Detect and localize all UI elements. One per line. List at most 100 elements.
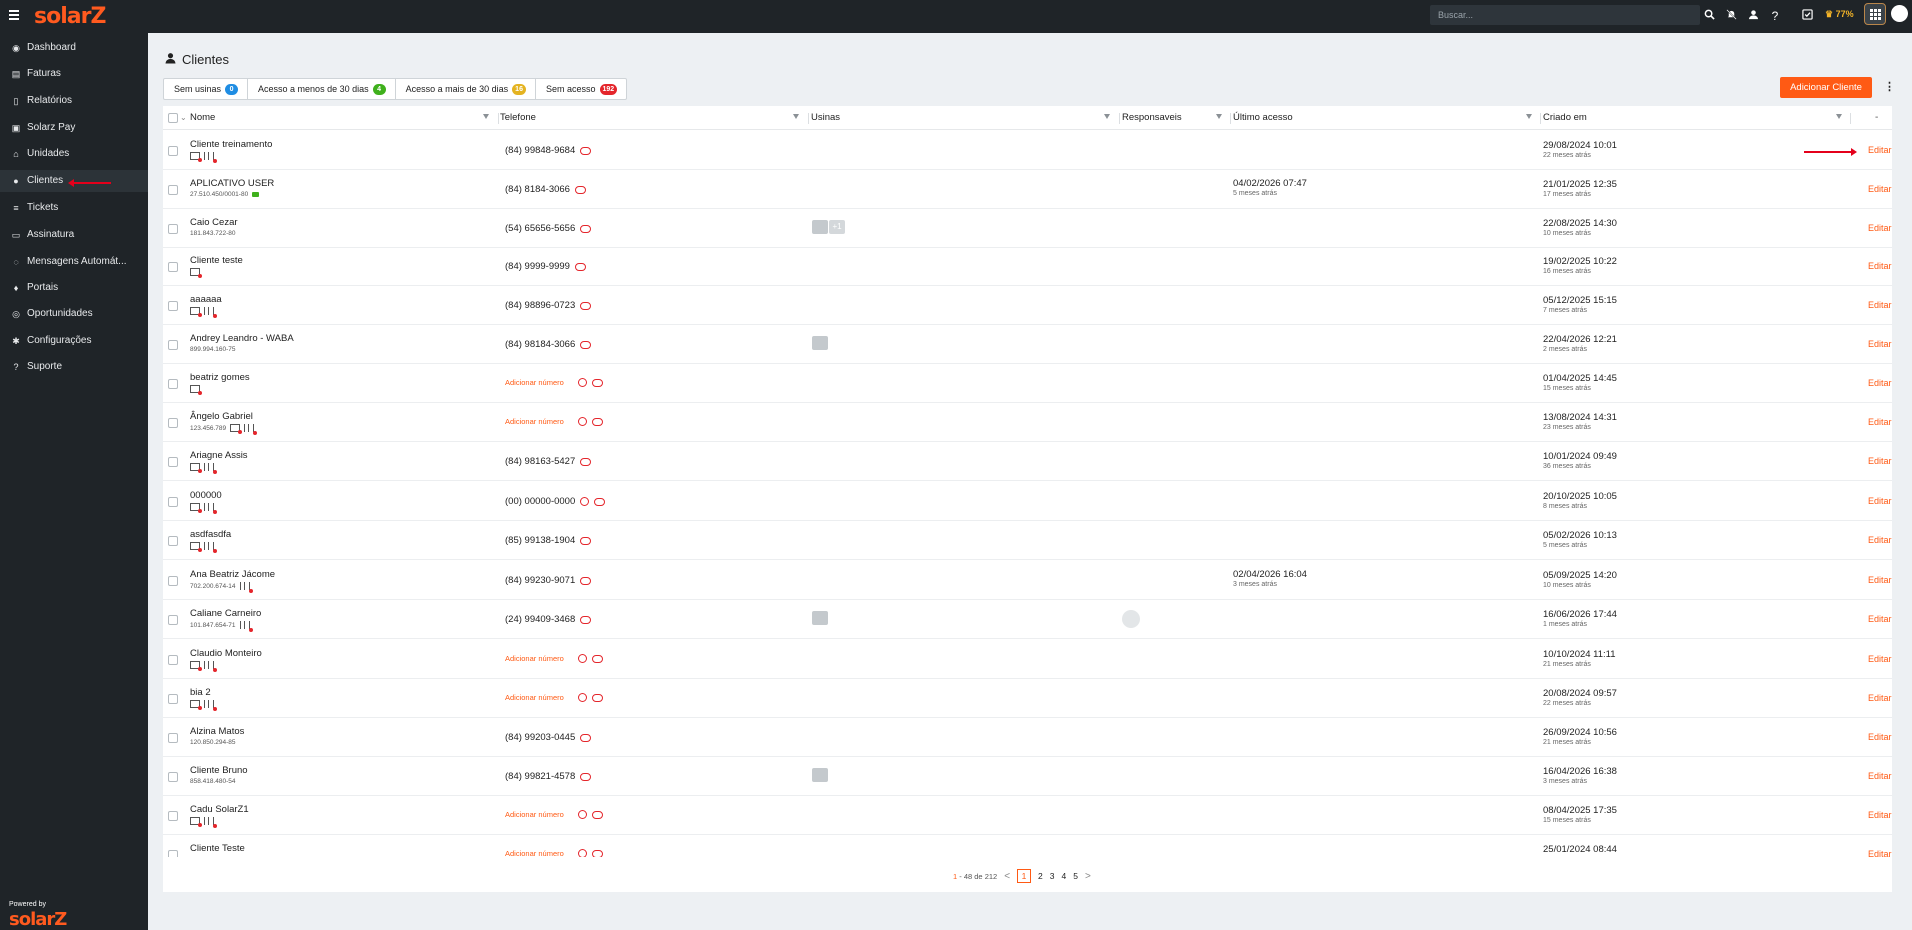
edit-link[interactable]: Editar xyxy=(1868,810,1892,820)
search-box[interactable] xyxy=(1430,5,1700,25)
chat-icon[interactable] xyxy=(580,615,592,624)
chat-icon[interactable] xyxy=(580,224,592,233)
chat-icon[interactable] xyxy=(594,497,606,506)
add-number-link[interactable]: Adicionar número xyxy=(505,693,564,702)
filter-icon[interactable] xyxy=(793,114,799,119)
client-name[interactable]: 000000 xyxy=(190,490,222,501)
column-nome[interactable]: Nome xyxy=(190,106,500,130)
filter-icon[interactable] xyxy=(1526,114,1532,119)
usina-icon[interactable] xyxy=(812,611,828,625)
client-name[interactable]: APLICATIVO USER xyxy=(190,178,274,189)
table-row[interactable]: Cliente teste (84) 9999-9999 19/02/2025 10… xyxy=(163,247,1892,286)
edit-link[interactable]: Editar xyxy=(1868,849,1892,857)
row-checkbox[interactable] xyxy=(168,262,178,272)
checklist-icon[interactable] xyxy=(1796,6,1818,26)
add-number-link[interactable]: Adicionar número xyxy=(505,417,564,426)
chat-icon[interactable] xyxy=(1742,6,1764,26)
edit-link[interactable]: Editar xyxy=(1868,614,1892,624)
client-name[interactable]: Cadu SolarZ1 xyxy=(190,804,249,815)
page-5[interactable]: 5 xyxy=(1073,871,1078,881)
table-row[interactable]: Ângelo Gabriel 123.456.789 Adicionar númer… xyxy=(163,403,1892,442)
map-icon[interactable] xyxy=(204,700,217,711)
column-ultimo-acesso[interactable]: Último acesso xyxy=(1233,106,1543,130)
edit-link[interactable]: Editar xyxy=(1868,771,1892,781)
row-checkbox[interactable] xyxy=(168,379,178,389)
filter-icon[interactable] xyxy=(483,114,489,119)
edit-link[interactable]: Editar xyxy=(1868,223,1892,233)
column-telefone[interactable]: Telefone xyxy=(500,106,810,130)
map-icon[interactable] xyxy=(204,463,217,474)
sidebar-item-oportunidades[interactable]: ◎ Oportunidades xyxy=(0,303,148,325)
client-name[interactable]: bia 2 xyxy=(190,687,211,698)
table-row[interactable]: Caio Cezar 181.843.722-80 (54) 65656-5656 +… xyxy=(163,209,1892,248)
client-name[interactable]: Ângelo Gabriel xyxy=(190,411,253,422)
sidebar-item-solarz-pay[interactable]: ▣ Solarz Pay xyxy=(0,117,148,139)
table-row[interactable]: 000000 (00) 00000-0000 20/10/2025 10:05 8 m… xyxy=(163,482,1892,521)
row-checkbox[interactable] xyxy=(168,418,178,428)
add-number-link[interactable]: Adicionar número xyxy=(505,849,564,857)
chat-icon[interactable] xyxy=(580,457,592,466)
edit-link[interactable]: Editar xyxy=(1868,456,1892,466)
filter-acesso-menos-30[interactable]: Acesso a menos de 30 dias 4 xyxy=(248,79,396,99)
chat-icon[interactable] xyxy=(591,378,603,387)
edit-link[interactable]: Editar xyxy=(1868,184,1892,194)
sidebar-item-tickets[interactable]: ≡ Tickets xyxy=(0,197,148,219)
search-input[interactable] xyxy=(1430,5,1700,25)
chat-icon[interactable] xyxy=(580,146,592,155)
table-row[interactable]: bia 2 Adicionar número 20/08/2024 09:57 22 … xyxy=(163,679,1892,718)
row-checkbox[interactable] xyxy=(168,340,178,350)
table-row[interactable]: Cliente treinamento (84) 99848-9684 29/08/… xyxy=(163,131,1892,170)
id-card-icon[interactable] xyxy=(190,503,202,513)
table-row[interactable]: Cadu SolarZ1 Adicionar número 08/04/2025 1… xyxy=(163,796,1892,835)
id-card-icon[interactable] xyxy=(190,268,202,278)
table-row[interactable]: Ana Beatriz Jácome 702.200.674-14 (84) 992… xyxy=(163,561,1892,600)
sidebar-item-unidades[interactable]: ⌂ Unidades xyxy=(0,143,148,165)
row-checkbox[interactable] xyxy=(168,850,178,857)
edit-link[interactable]: Editar xyxy=(1868,261,1892,271)
select-all-checkbox[interactable] xyxy=(168,113,178,123)
row-checkbox[interactable] xyxy=(168,772,178,782)
whatsapp-icon[interactable] xyxy=(577,810,587,819)
add-number-link[interactable]: Adicionar número xyxy=(505,810,564,819)
user-avatar[interactable] xyxy=(1891,5,1908,22)
client-name[interactable]: Caio Cezar xyxy=(190,217,238,228)
chat-icon[interactable] xyxy=(574,262,586,271)
whatsapp-icon[interactable] xyxy=(577,693,587,702)
edit-link[interactable]: Editar xyxy=(1868,145,1892,155)
table-row[interactable]: Alzina Matos 120.850.294-85 (84) 99203-044… xyxy=(163,718,1892,757)
add-client-button[interactable]: Adicionar Cliente xyxy=(1780,77,1872,98)
table-row[interactable]: Cliente Bruno 858.418.480-54 (84) 99821-45… xyxy=(163,757,1892,796)
responsible-avatar[interactable] xyxy=(1122,610,1140,628)
sidebar-item-dashboard[interactable]: ◉ Dashboard xyxy=(0,37,148,59)
menu-icon[interactable] xyxy=(9,10,19,20)
row-checkbox[interactable] xyxy=(168,497,178,507)
page-1[interactable]: 1 xyxy=(1017,869,1032,883)
edit-link[interactable]: Editar xyxy=(1868,496,1892,506)
usina-icon[interactable] xyxy=(812,336,828,350)
solarz-logo[interactable]: solarZ xyxy=(34,4,106,29)
row-checkbox[interactable] xyxy=(168,146,178,156)
column-criado-em[interactable]: Criado em xyxy=(1543,106,1853,130)
client-name[interactable]: Cliente Bruno xyxy=(190,765,248,776)
edit-link[interactable]: Editar xyxy=(1868,378,1892,388)
table-row[interactable]: Cliente Teste Adicionar número 25/01/2024 … xyxy=(163,835,1892,857)
client-name[interactable]: Claudio Monteiro xyxy=(190,648,262,659)
table-row[interactable]: Ariagne Assis (84) 98163-5427 10/01/2024 0… xyxy=(163,442,1892,481)
id-card-icon[interactable] xyxy=(190,152,202,162)
chat-icon[interactable] xyxy=(591,810,603,819)
map-icon[interactable] xyxy=(204,661,217,672)
chat-icon[interactable] xyxy=(580,576,592,585)
whatsapp-icon[interactable] xyxy=(580,497,590,506)
column-usinas[interactable]: Usinas xyxy=(811,106,1121,130)
sidebar-item-faturas[interactable]: ▤ Faturas xyxy=(0,63,148,85)
row-checkbox[interactable] xyxy=(168,576,178,586)
chat-icon[interactable] xyxy=(580,536,592,545)
row-checkbox[interactable] xyxy=(168,811,178,821)
row-checkbox[interactable] xyxy=(168,301,178,311)
chat-icon[interactable] xyxy=(591,849,603,857)
filter-icon[interactable] xyxy=(1216,114,1222,119)
id-card-icon[interactable] xyxy=(190,542,202,552)
map-icon[interactable] xyxy=(204,503,217,514)
table-row[interactable]: beatriz gomes Adicionar número 01/04/2025 … xyxy=(163,364,1892,403)
table-row[interactable]: Caliane Carneiro 101.847.654-71 (24) 99409… xyxy=(163,600,1892,639)
